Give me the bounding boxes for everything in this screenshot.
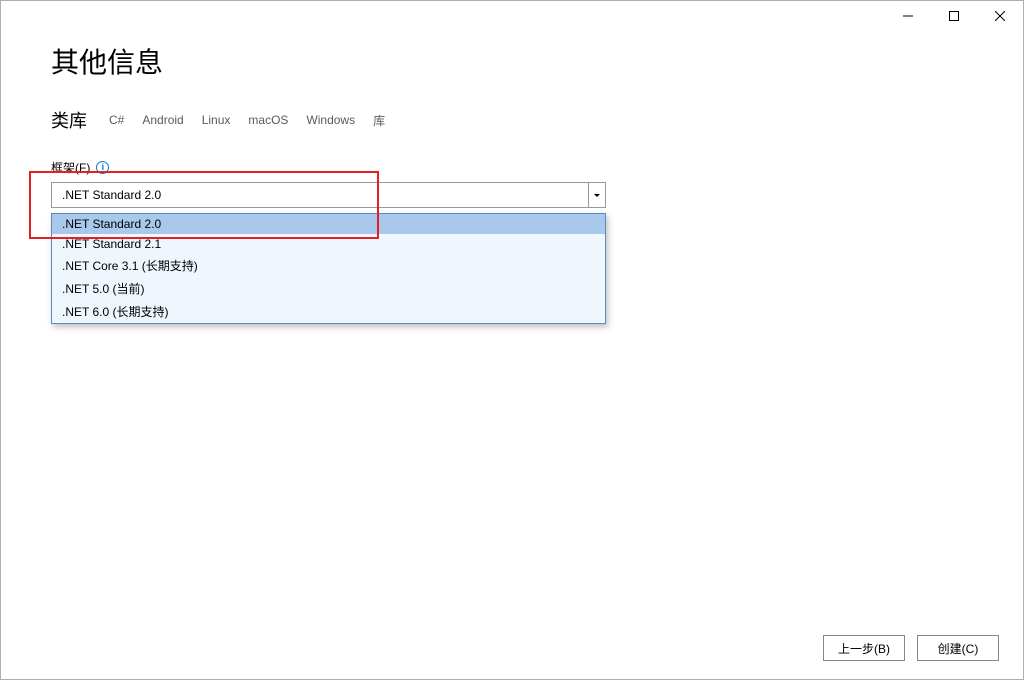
- framework-label: 框架(F): [51, 159, 90, 176]
- close-icon: [995, 11, 1005, 21]
- tag-android: Android: [142, 111, 183, 129]
- footer-buttons: 上一步(B) 创建(C): [823, 635, 999, 661]
- minimize-button[interactable]: [885, 1, 931, 31]
- framework-option[interactable]: .NET Core 3.1 (长期支持): [52, 254, 605, 277]
- maximize-button[interactable]: [931, 1, 977, 31]
- tags-label: 类库: [51, 107, 87, 133]
- framework-combobox[interactable]: .NET Standard 2.0: [51, 182, 606, 208]
- content-area: 其他信息 类库 C# Android Linux macOS Windows 库…: [1, 31, 1023, 208]
- framework-label-row: 框架(F) i: [51, 159, 973, 176]
- info-icon[interactable]: i: [96, 161, 109, 174]
- framework-option[interactable]: .NET Standard 2.1: [52, 234, 605, 254]
- back-button[interactable]: 上一步(B): [823, 635, 905, 661]
- framework-selected[interactable]: .NET Standard 2.0: [52, 183, 588, 207]
- tag-windows: Windows: [306, 111, 355, 129]
- tag-library: 库: [373, 110, 385, 131]
- framework-option[interactable]: .NET Standard 2.0: [52, 214, 605, 234]
- titlebar: [1, 1, 1023, 31]
- tag-macos: macOS: [248, 111, 288, 129]
- framework-option[interactable]: .NET 5.0 (当前): [52, 277, 605, 300]
- combobox-toggle[interactable]: [588, 183, 605, 207]
- tag-csharp: C#: [109, 111, 124, 129]
- framework-combo-wrap: .NET Standard 2.0 .NET Standard 2.0 .NET…: [51, 182, 606, 208]
- minimize-icon: [903, 11, 913, 21]
- close-button[interactable]: [977, 1, 1023, 31]
- framework-option[interactable]: .NET 6.0 (长期支持): [52, 300, 605, 323]
- dialog-window: 其他信息 类库 C# Android Linux macOS Windows 库…: [0, 0, 1024, 680]
- maximize-icon: [949, 11, 959, 21]
- tag-linux: Linux: [202, 111, 231, 129]
- tags-row: 类库 C# Android Linux macOS Windows 库: [51, 107, 973, 133]
- page-title: 其他信息: [51, 41, 973, 81]
- create-button[interactable]: 创建(C): [917, 635, 999, 661]
- framework-dropdown: .NET Standard 2.0 .NET Standard 2.1 .NET…: [51, 213, 606, 324]
